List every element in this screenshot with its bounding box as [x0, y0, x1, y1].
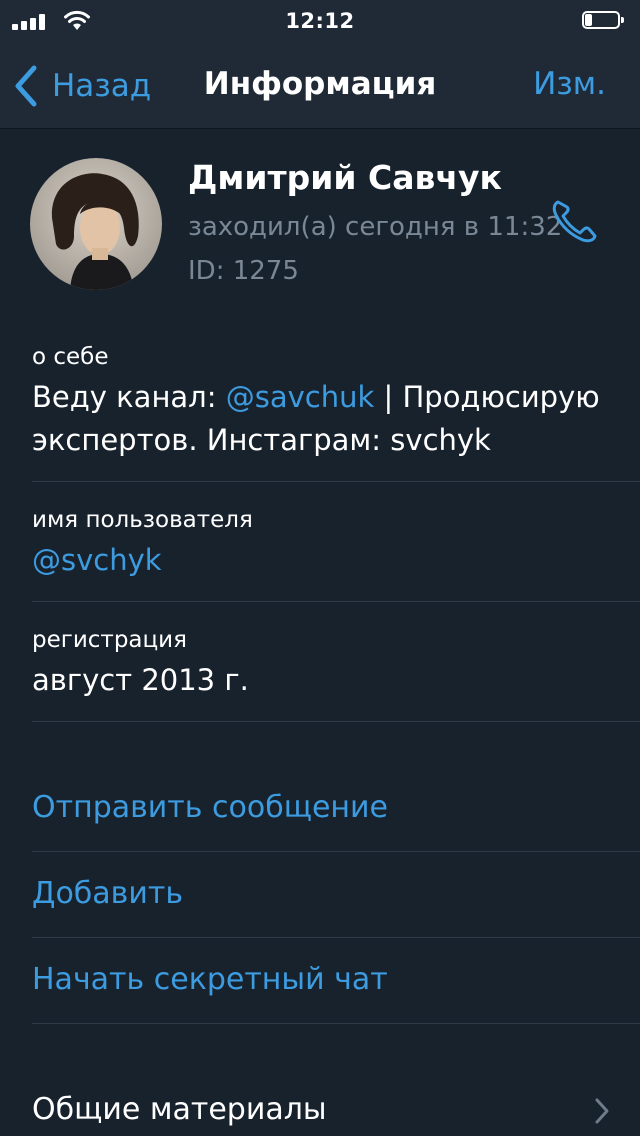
bio-label: о себе [32, 344, 109, 370]
username-link[interactable]: @svchyk [32, 539, 640, 582]
chevron-left-icon [15, 65, 37, 107]
status-bar: 12:12 [0, 0, 640, 44]
battery-icon [582, 11, 626, 31]
user-id: ID: 1275 [188, 256, 299, 286]
username-section: имя пользователя @svchyk [32, 507, 640, 582]
edit-button[interactable]: Изм. [533, 66, 606, 102]
separator [32, 601, 640, 602]
username-label: имя пользователя [32, 507, 253, 533]
add-contact-button[interactable]: Добавить [32, 876, 183, 911]
phone-icon[interactable] [550, 198, 600, 244]
registration-label: регистрация [32, 627, 187, 653]
navigation-bar: Назад Информация Изм. [0, 44, 640, 129]
last-seen-status: заходил(а) сегодня в 11:32 [188, 212, 563, 242]
bio-line1-suffix: | Продюсирую [374, 380, 600, 414]
profile-name: Дмитрий Савчук [188, 158, 502, 197]
bio-line2: экспертов. Инстаграм: svchyk [32, 423, 491, 457]
start-secret-chat-button[interactable]: Начать секретный чат [32, 962, 388, 997]
channel-link[interactable]: @savchuk [226, 380, 375, 414]
separator [32, 481, 640, 482]
avatar[interactable] [30, 158, 162, 290]
bio-line1-prefix: Веду канал: [32, 380, 226, 414]
avatar-photo [30, 158, 162, 290]
back-button-label: Назад [52, 68, 152, 104]
back-button[interactable]: Назад [14, 62, 151, 110]
separator [32, 937, 640, 938]
registration-date: август 2013 г. [32, 663, 249, 697]
bio-section: о себе Веду канал: @savchuk | Продюсирую… [32, 344, 640, 462]
bio-text: Веду канал: @savchuk | Продюсирую экспер… [32, 376, 640, 462]
registration-section: регистрация август 2013 г. [32, 627, 640, 702]
chevron-right-icon [595, 1098, 609, 1124]
status-time: 12:12 [285, 9, 355, 33]
shared-media-item[interactable]: Общие материалы [32, 1092, 327, 1127]
separator [32, 1023, 640, 1024]
separator [32, 721, 640, 722]
separator [32, 851, 640, 852]
send-message-button[interactable]: Отправить сообщение [32, 790, 388, 825]
